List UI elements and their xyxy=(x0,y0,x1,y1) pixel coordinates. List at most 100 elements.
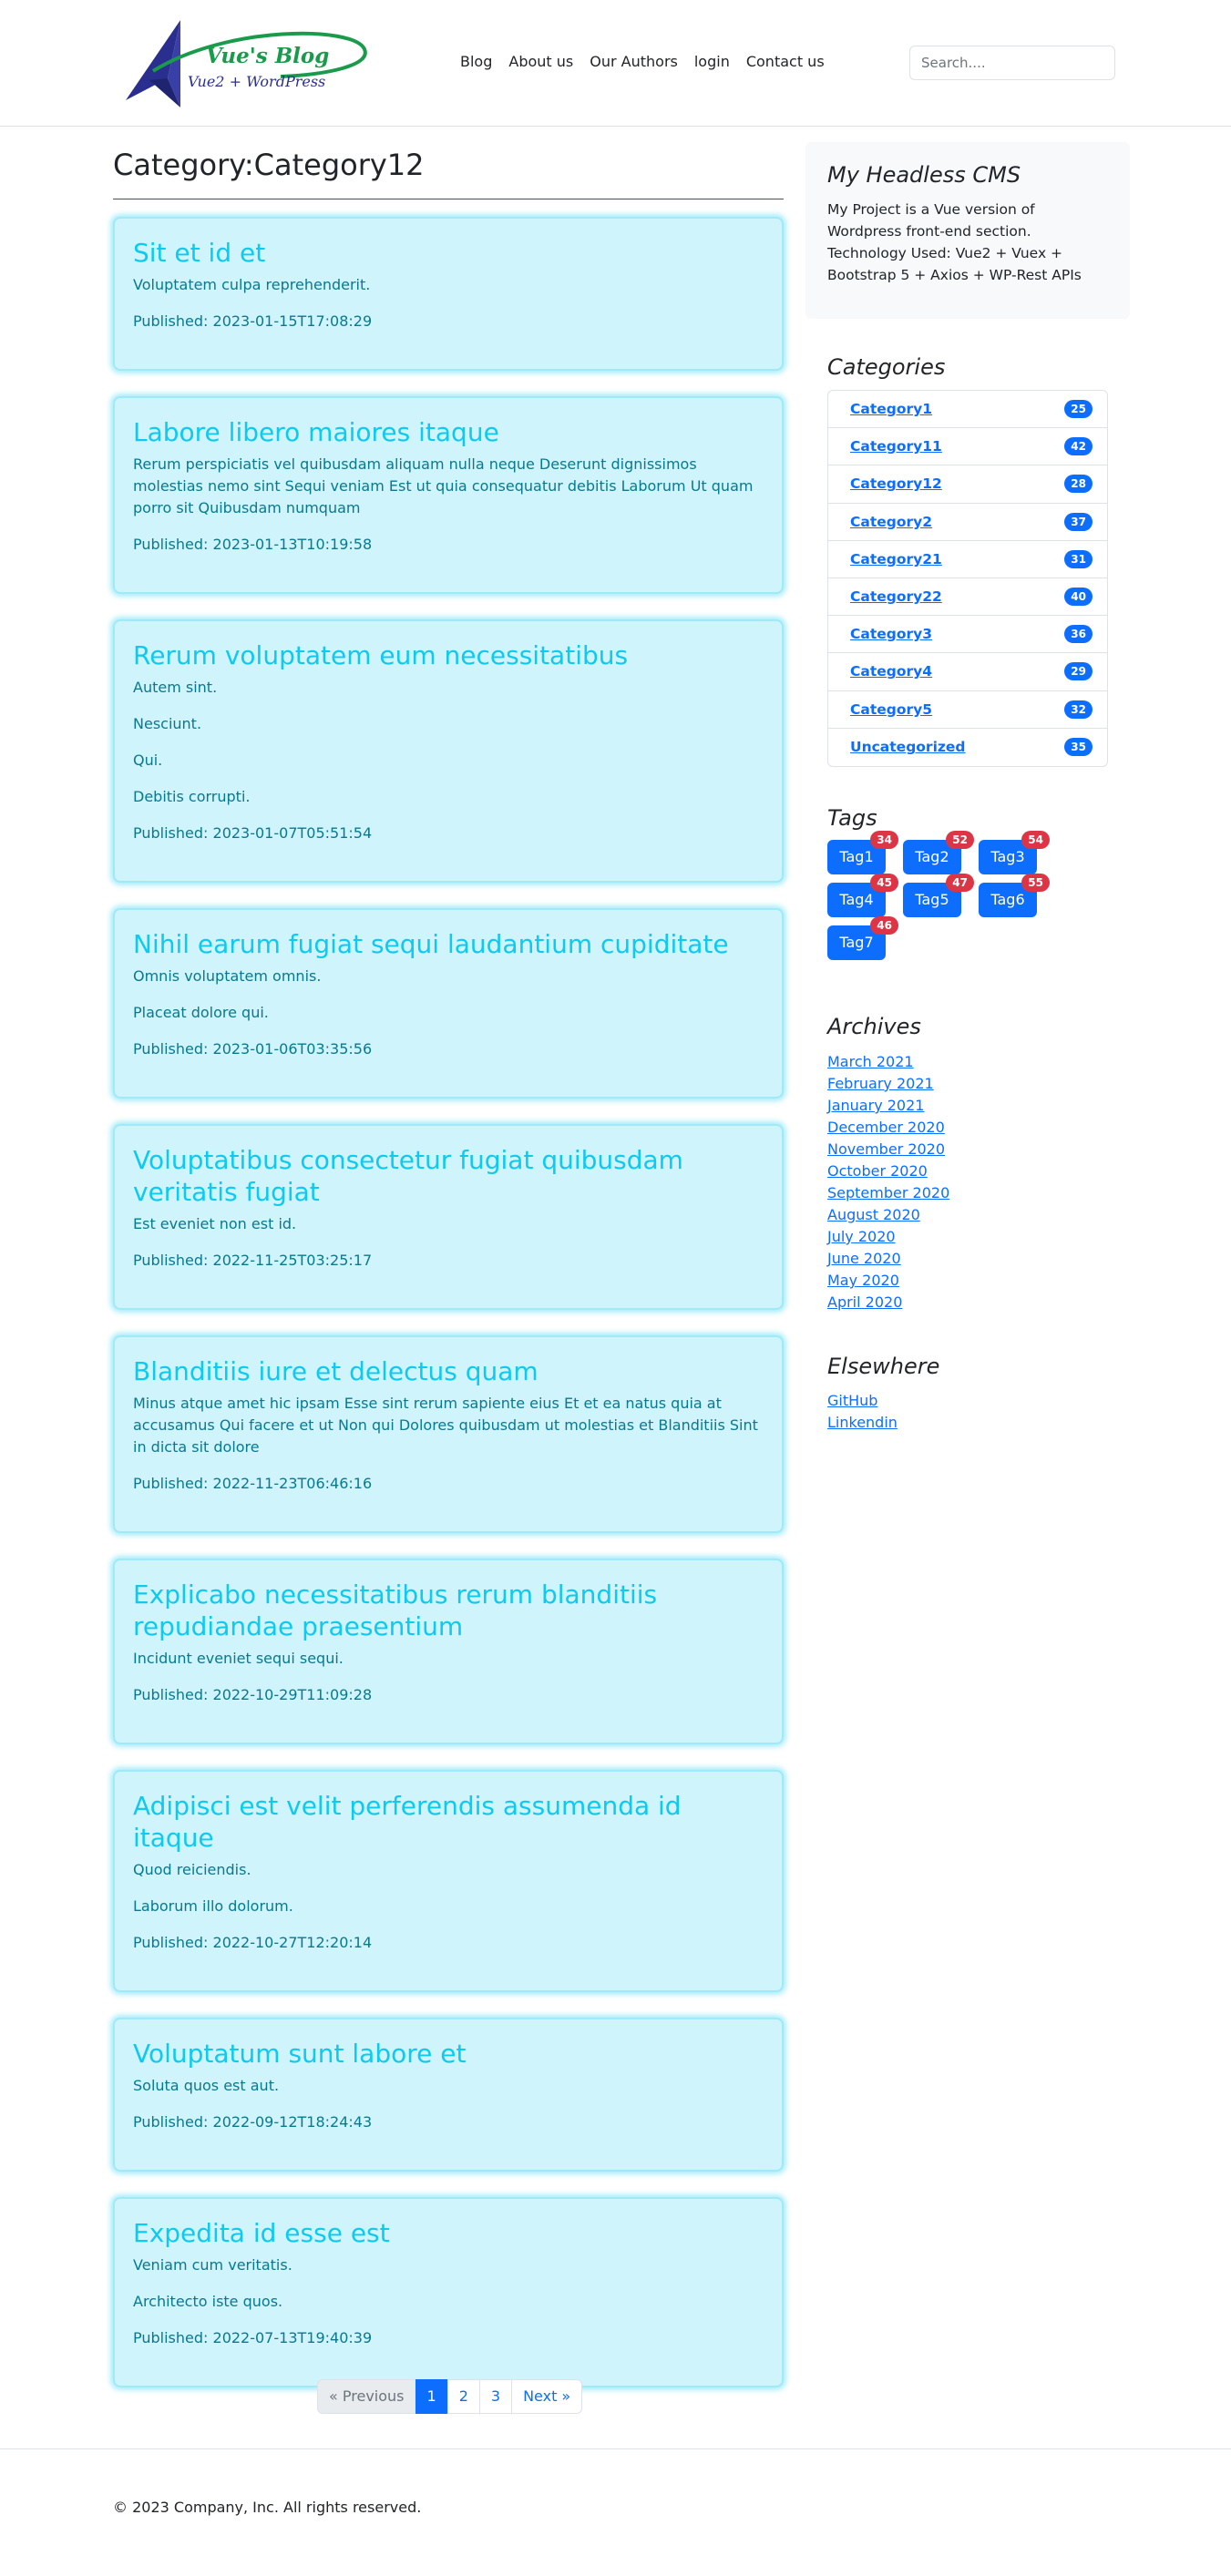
pagination-page-2[interactable]: 2 xyxy=(446,2379,480,2414)
category-count-badge: 35 xyxy=(1064,738,1093,757)
category-count-badge: 28 xyxy=(1064,475,1093,494)
pagination-previous: « Previous xyxy=(317,2379,416,2414)
category-count-badge: 25 xyxy=(1064,400,1093,419)
category-link[interactable]: Category2 xyxy=(850,514,932,530)
archive-link[interactable]: July 2020 xyxy=(827,1226,949,1248)
tag-button[interactable]: Tag3 54 xyxy=(979,831,1050,874)
tags-heading: Tags xyxy=(827,805,877,831)
category-item: Category22 40 xyxy=(828,578,1107,617)
post-title[interactable]: Nihil earum fugiat sequi laudantium cupi… xyxy=(133,928,764,960)
nav-our-authors[interactable]: Our Authors xyxy=(590,53,678,70)
category-link[interactable]: Category21 xyxy=(850,551,942,567)
nav-login[interactable]: login xyxy=(694,53,730,70)
tag-count-badge: 55 xyxy=(1021,874,1050,892)
archive-link[interactable]: December 2020 xyxy=(827,1117,949,1139)
tag-count-badge: 52 xyxy=(946,831,974,849)
category-link[interactable]: Uncategorized xyxy=(850,739,966,755)
category-item: Category11 42 xyxy=(828,428,1107,466)
category-link[interactable]: Category12 xyxy=(850,475,942,492)
category-item: Category1 25 xyxy=(828,391,1107,429)
post-excerpt: Debitis corrupti. xyxy=(133,788,251,805)
elsewhere-list: GitHub Linkendin xyxy=(827,1390,898,1434)
tag-button[interactable]: Tag6 55 xyxy=(979,874,1050,917)
post-excerpt: Veniam cum veritatis. xyxy=(133,2256,292,2274)
pagination-page-1[interactable]: 1 xyxy=(415,2379,448,2414)
nav-about-us[interactable]: About us xyxy=(508,53,573,70)
post-title[interactable]: Adipisci est velit perferendis assumenda… xyxy=(133,1790,764,1854)
search-input[interactable] xyxy=(909,46,1115,80)
category-count-badge: 29 xyxy=(1064,662,1093,681)
logo-title: Vue's Blog xyxy=(206,44,330,68)
category-link[interactable]: Category22 xyxy=(850,588,942,605)
post-title[interactable]: Blanditiis iure et delectus quam xyxy=(133,1355,764,1387)
category-count-badge: 36 xyxy=(1064,625,1093,644)
tag-label: Tag1 xyxy=(839,848,874,865)
tag-count-badge: 34 xyxy=(870,831,898,849)
post-card: Sit et id et Voluptatem culpa reprehender… xyxy=(113,217,784,371)
archive-link[interactable]: October 2020 xyxy=(827,1160,949,1182)
post-published-date: Published: 2023-01-13T10:19:58 xyxy=(133,536,373,553)
post-card: Blanditiis iure et delectus quam Minus at… xyxy=(113,1335,784,1533)
category-link[interactable]: Category3 xyxy=(850,626,932,642)
tag-label: Tag7 xyxy=(839,934,874,951)
external-link[interactable]: GitHub xyxy=(827,1390,898,1412)
tag-button[interactable]: Tag4 45 xyxy=(827,874,898,917)
nav-blog[interactable]: Blog xyxy=(460,53,492,70)
post-excerpt: Incidunt eveniet sequi sequi. xyxy=(133,1650,344,1667)
post-published-date: Published: 2022-09-12T18:24:43 xyxy=(133,2113,373,2131)
category-link[interactable]: Category4 xyxy=(850,663,932,680)
main-nav: Blog About us Our Authors login Contact … xyxy=(460,53,825,70)
post-excerpt: Rerum perspiciatis vel quibusdam aliquam… xyxy=(133,455,754,516)
footer-copyright: © 2023 Company, Inc. All rights reserved… xyxy=(113,2499,422,2516)
archive-link[interactable]: April 2020 xyxy=(827,1292,949,1314)
post-title[interactable]: Expedita id esse est xyxy=(133,2217,764,2249)
post-card: Expedita id esse est Veniam cum veritatis… xyxy=(113,2197,784,2387)
logo-subtitle: Vue2 + WordPress xyxy=(188,73,326,90)
category-list: Category1 25 Category11 42 Category12 28 Categ… xyxy=(827,390,1108,767)
nav-contact-us[interactable]: Contact us xyxy=(746,53,825,70)
archive-link[interactable]: January 2021 xyxy=(827,1095,949,1117)
tag-button[interactable]: Tag2 52 xyxy=(903,831,974,874)
archive-link[interactable]: September 2020 xyxy=(827,1182,949,1204)
post-published-date: Published: 2022-07-13T19:40:39 xyxy=(133,2329,373,2346)
post-title[interactable]: Rerum voluptatem eum necessitatibus xyxy=(133,639,764,671)
archive-link[interactable]: November 2020 xyxy=(827,1139,949,1160)
archive-link[interactable]: August 2020 xyxy=(827,1204,949,1226)
category-link[interactable]: Category5 xyxy=(850,701,932,718)
page-title: Category:Category12 xyxy=(113,148,425,182)
post-excerpt: Qui. xyxy=(133,751,163,769)
category-count-badge: 37 xyxy=(1064,512,1093,531)
archive-link[interactable]: June 2020 xyxy=(827,1248,949,1270)
pagination-next[interactable]: Next » xyxy=(511,2379,583,2414)
tag-button[interactable]: Tag5 47 xyxy=(903,874,974,917)
post-card: Rerum voluptatem eum necessitatibus Autem… xyxy=(113,619,784,883)
category-link[interactable]: Category11 xyxy=(850,438,942,455)
categories-heading: Categories xyxy=(827,354,946,380)
post-published-date: Published: 2022-10-27T12:20:14 xyxy=(133,1934,373,1951)
archive-link[interactable]: March 2021 xyxy=(827,1051,949,1073)
post-title[interactable]: Sit et id et xyxy=(133,237,764,269)
category-item: Category3 36 xyxy=(828,616,1107,654)
site-footer: © 2023 Company, Inc. All rights reserved… xyxy=(0,2448,1231,2516)
category-count-badge: 40 xyxy=(1064,588,1093,607)
post-excerpt: Laborum illo dolorum. xyxy=(133,1897,293,1915)
category-link[interactable]: Category1 xyxy=(850,401,932,417)
post-card: Adipisci est velit perferendis assumenda… xyxy=(113,1770,784,1992)
category-item: Category4 29 xyxy=(828,653,1107,691)
archive-link[interactable]: February 2021 xyxy=(827,1073,949,1095)
pagination-page-3[interactable]: 3 xyxy=(478,2379,513,2414)
post-excerpt: Omnis voluptatem omnis. xyxy=(133,967,322,985)
tag-count-badge: 54 xyxy=(1021,831,1050,849)
post-title[interactable]: Labore libero maiores itaque xyxy=(133,416,764,448)
tag-button[interactable]: Tag7 46 xyxy=(827,916,898,960)
post-title[interactable]: Voluptatum sunt labore et xyxy=(133,2038,764,2070)
archive-link[interactable]: May 2020 xyxy=(827,1270,949,1292)
post-excerpt: Minus atque amet hic ipsam Esse sint rer… xyxy=(133,1395,758,1456)
post-title[interactable]: Voluptatibus consectetur fugiat quibusda… xyxy=(133,1144,764,1208)
site-logo[interactable]: Vue's Blog Vue2 + WordPress xyxy=(117,16,368,109)
tag-button[interactable]: Tag1 34 xyxy=(827,831,898,874)
post-title[interactable]: Explicabo necessitatibus rerum blanditii… xyxy=(133,1579,764,1642)
external-link[interactable]: Linkendin xyxy=(827,1412,898,1434)
post-card: Explicabo necessitatibus rerum blanditii… xyxy=(113,1559,784,1744)
post-excerpt: Quod reiciendis. xyxy=(133,1861,251,1878)
